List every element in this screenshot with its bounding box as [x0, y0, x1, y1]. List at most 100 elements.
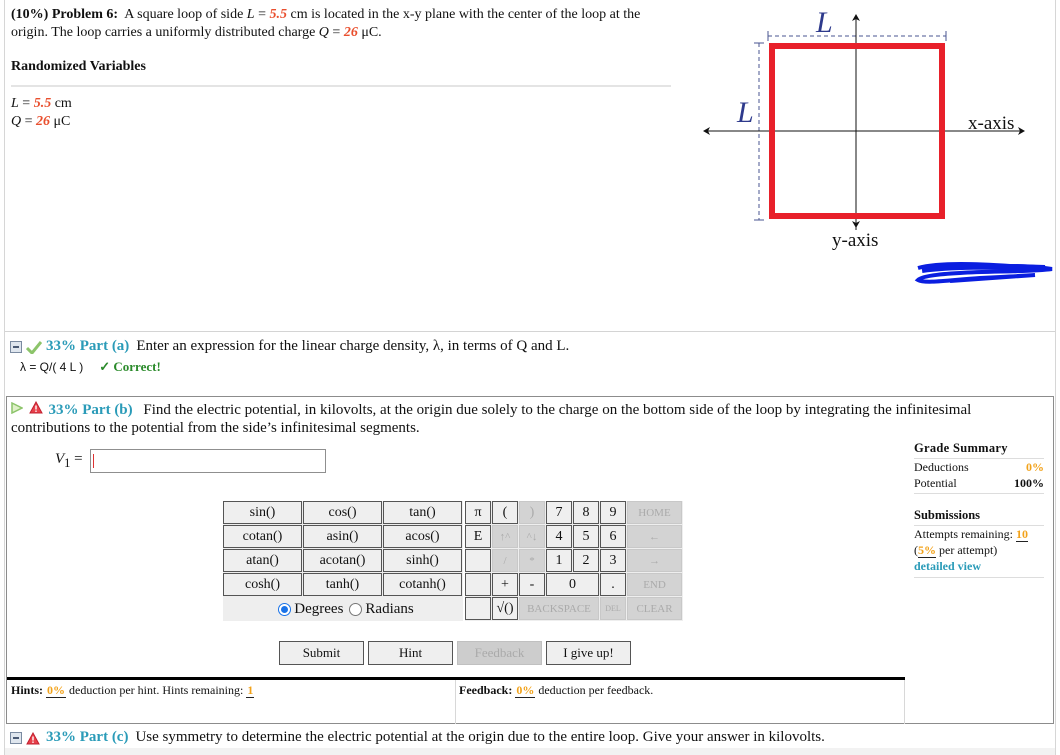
x-axis-label: x-axis	[968, 113, 1014, 134]
feedback-label: Feedback:	[459, 683, 513, 697]
key-end: END	[627, 573, 682, 596]
part-c-percent: 33% Part (c)	[46, 729, 129, 745]
feedback-deduction: 0%	[515, 683, 536, 698]
key-1[interactable]: 1	[546, 549, 572, 572]
y-axis-label: y-axis	[832, 230, 878, 251]
number-keys: π ( ) 7 8 9 HOME E ↑^ ^↓ 4 5 6 ← / * 1 2…	[465, 501, 683, 621]
answer-label: V1 =	[55, 451, 83, 471]
L-value: 5.5	[269, 7, 287, 22]
key-asin[interactable]: asin()	[303, 525, 382, 548]
key-acotan[interactable]: acotan()	[303, 549, 382, 572]
Q-symbol: Q	[318, 25, 329, 40]
key-2[interactable]: 2	[573, 549, 599, 572]
key-3[interactable]: 3	[600, 549, 626, 572]
key-blank	[465, 597, 491, 620]
detailed-view-link[interactable]: detailed view	[914, 558, 1044, 578]
key-0[interactable]: 0	[546, 573, 599, 596]
key-close-paren: )	[519, 501, 545, 524]
answer-input[interactable]	[90, 449, 326, 473]
problem-statement: (10%) Problem 6: A square loop of side L…	[11, 6, 671, 42]
key-cotanh[interactable]: cotanh()	[383, 573, 462, 596]
key-cotan[interactable]: cotan()	[223, 525, 302, 548]
degrees-radio[interactable]	[278, 602, 292, 616]
give-up-button[interactable]: I give up!	[546, 641, 631, 665]
radians-radio[interactable]	[349, 602, 363, 616]
hints-panel: Hints: 0% deduction per hint. Hints rema…	[7, 680, 456, 724]
key-tanh[interactable]: tanh()	[303, 573, 382, 596]
randomized-variables-title: Randomized Variables	[11, 59, 146, 74]
key-9[interactable]: 9	[600, 501, 626, 524]
grade-summary-title: Grade Summary	[914, 441, 1044, 459]
key-pi[interactable]: π	[465, 501, 491, 524]
potential-row: Potential 100%	[914, 475, 1044, 494]
key-multiply: *	[519, 549, 545, 572]
checkmark-icon	[25, 340, 43, 355]
part-b-question: Find the electric potential, in kilovolt…	[11, 402, 972, 436]
key-sinh[interactable]: sinh()	[383, 549, 462, 572]
key-cos[interactable]: cos()	[303, 501, 382, 524]
key-left-arrow: ←	[627, 525, 682, 548]
attempts-remaining: Attempts remaining: 10	[914, 526, 1044, 542]
key-7[interactable]: 7	[546, 501, 572, 524]
key-blank	[465, 549, 491, 572]
text-cursor	[93, 454, 94, 468]
var-unit: cm	[54, 96, 72, 111]
L-symbol: L	[246, 7, 255, 22]
key-acos[interactable]: acos()	[383, 525, 462, 548]
radians-label[interactable]: Radians	[365, 601, 413, 618]
key-8[interactable]: 8	[573, 501, 599, 524]
collapse-icon[interactable]	[10, 340, 22, 353]
feedback-button: Feedback	[457, 641, 542, 665]
part-a-answer-row: λ = Q/( 4 L ) ✓ Correct!	[20, 359, 1050, 375]
part-b: 33% Part (b) Find the electric potential…	[6, 396, 1054, 724]
part-b-header: 33% Part (b) Find the electric potential…	[11, 400, 1046, 437]
answer-eq: =	[74, 451, 83, 467]
answer-symbol: V	[55, 451, 65, 467]
key-6[interactable]: 6	[600, 525, 626, 548]
problem-percent: (10%)	[11, 7, 49, 22]
key-home: HOME	[627, 501, 682, 524]
grade-summary: Grade Summary Deductions 0% Potential 10…	[914, 441, 1044, 578]
degrees-label[interactable]: Degrees	[294, 601, 343, 618]
part-a-question: Enter an expression for the linear charg…	[136, 338, 570, 354]
Q-unit: μC.	[361, 25, 382, 40]
key-superscript-down: ^↓	[519, 525, 545, 548]
hint-button[interactable]: Hint	[368, 641, 453, 665]
expand-icon[interactable]	[10, 731, 22, 744]
deductions-row: Deductions 0%	[914, 459, 1044, 475]
key-cosh[interactable]: cosh()	[223, 573, 302, 596]
key-5[interactable]: 5	[573, 525, 599, 548]
var-value: 5.5	[33, 96, 52, 111]
key-minus[interactable]: -	[519, 573, 545, 596]
key-atan[interactable]: atan()	[223, 549, 302, 572]
part-a-answer: λ = Q/( 4 L )	[20, 360, 84, 374]
key-blank	[465, 573, 491, 596]
per-attempt-text: per attempt)	[939, 543, 998, 557]
correct-status: ✓ Correct!	[99, 359, 161, 374]
variable-L: L = 5.5 cm	[11, 95, 72, 113]
key-open-paren[interactable]: (	[492, 501, 518, 524]
warning-icon	[26, 731, 42, 744]
randomized-variables: L = 5.5 cm Q = 26 μC	[11, 95, 72, 131]
key-4[interactable]: 4	[546, 525, 572, 548]
part-c: 33% Part (c) Use symmetry to determine t…	[10, 729, 1050, 746]
attempts-value: 10	[1015, 527, 1028, 542]
key-tan[interactable]: tan()	[383, 501, 462, 524]
key-sqrt[interactable]: √()	[492, 597, 518, 620]
key-e[interactable]: E	[465, 525, 491, 548]
key-decimal[interactable]: .	[600, 573, 626, 596]
hints-text: deduction per hint. Hints remaining:	[69, 683, 244, 697]
bottom-strip	[5, 748, 1055, 755]
angle-mode: Degrees Radians	[223, 597, 463, 621]
submit-button[interactable]: Submit	[279, 641, 364, 665]
key-plus[interactable]: +	[492, 573, 518, 596]
feedback-panel: Feedback: 0% deduction per feedback.	[457, 680, 905, 724]
part-c-question: Use symmetry to determine the electric p…	[135, 729, 825, 745]
var-unit: μC	[53, 114, 71, 129]
problem-label: Problem 6:	[51, 7, 119, 22]
per-attempt: (5% per attempt)	[914, 542, 1044, 558]
hints-remaining: 1	[246, 683, 255, 698]
expand-arrow-icon[interactable]	[11, 401, 25, 419]
key-sin[interactable]: sin()	[223, 501, 302, 524]
action-buttons: Submit Hint Feedback I give up!	[279, 641, 631, 665]
